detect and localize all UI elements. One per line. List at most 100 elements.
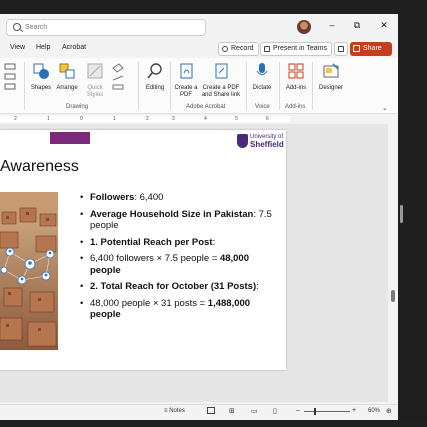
slide-sorter-icon[interactable]: ⊞: [229, 407, 235, 415]
search-icon: [13, 23, 21, 31]
add-ins-button[interactable]: Add-ins: [282, 62, 310, 92]
tab-help[interactable]: Help: [36, 44, 50, 51]
zoom-in-icon[interactable]: +: [352, 407, 356, 414]
zoom-out-icon[interactable]: –: [296, 407, 300, 414]
bullet-item: 1. Potential Reach per Post:: [80, 237, 280, 249]
comments-button[interactable]: [334, 42, 348, 56]
share-icon: [353, 45, 360, 52]
ruler-track: [0, 116, 290, 122]
format-tools-icon: [4, 63, 16, 90]
shapes-icon: [33, 63, 49, 79]
ruler-mark: 1: [47, 116, 50, 122]
add-ins-label: Add-ins: [285, 85, 307, 91]
ruler-mark: 2: [14, 116, 17, 122]
editing-button[interactable]: Editing: [142, 62, 168, 92]
editing-label: Editing: [145, 85, 165, 91]
horizontal-ruler: 2 1 0 1 2 3 4 5 6: [0, 114, 398, 124]
arrange-button[interactable]: Arrange: [54, 62, 80, 92]
slideshow-icon[interactable]: ▯: [273, 407, 277, 415]
zoom-slider[interactable]: [304, 411, 350, 412]
create-share-link-button[interactable]: Create a PDF and Share link: [200, 62, 242, 99]
teams-icon: [264, 46, 270, 52]
reading-view-icon[interactable]: ▭: [251, 407, 258, 415]
sheffield-logo: University of Sheffield: [250, 134, 284, 150]
normal-view-icon[interactable]: [207, 407, 215, 414]
bullet-text: :: [256, 281, 259, 292]
slide[interactable]: University of Sheffield Awareness • Foll…: [0, 130, 286, 370]
vertical-scrollbar[interactable]: [388, 124, 398, 402]
find-icon: [147, 63, 162, 79]
manchester-logo: [50, 132, 90, 144]
pdf-icon: [180, 63, 193, 79]
separator: [138, 62, 139, 110]
window-resize-handle[interactable]: [400, 205, 403, 223]
sheffield-logo-line2: Sheffield: [250, 140, 284, 149]
designer-button[interactable]: Designer: [316, 62, 346, 92]
quick-styles-label: Quick Styles: [86, 85, 104, 98]
create-share-label: Create a PDF and Share link: [201, 85, 241, 98]
ruler-mark: 2: [146, 116, 149, 122]
title-bar: Search – ⧉ ✕: [0, 14, 398, 40]
shapes-button[interactable]: Shapes: [28, 62, 54, 92]
comment-icon: [338, 46, 344, 52]
collapse-ribbon-icon[interactable]: ⌄: [382, 104, 388, 112]
bullet-text: : 6,400: [134, 192, 164, 203]
ruler-mark: 5: [235, 116, 238, 122]
powerpoint-window: Search – ⧉ ✕ View Help Acrobat Record Pr…: [0, 14, 398, 420]
avatar[interactable]: [297, 20, 311, 34]
shape-format-tools[interactable]: [108, 62, 128, 95]
ruler-mark: 0: [80, 116, 83, 122]
share-button[interactable]: Share: [350, 42, 392, 56]
bullet-bold: 1. Potential Reach per Post: [90, 236, 213, 248]
drawing-mini-tools[interactable]: [0, 62, 22, 95]
fit-to-window-icon[interactable]: ⊕: [386, 407, 392, 415]
network-city-image[interactable]: [0, 192, 58, 350]
sheffield-crest-icon: [237, 134, 248, 148]
minimize-button[interactable]: –: [325, 20, 339, 30]
dictate-button[interactable]: Dictate: [249, 62, 275, 92]
screen: { "search": { "placeholder": "Search" },…: [0, 0, 427, 427]
bullet-text: 48,000 people × 31 posts =: [90, 297, 208, 309]
group-voice-label: Voice: [255, 104, 270, 110]
separator: [246, 62, 247, 110]
arrange-label: Arrange: [56, 85, 78, 91]
group-drawing-label: Drawing: [66, 104, 89, 110]
notes-label: Notes: [169, 408, 185, 414]
close-button[interactable]: ✕: [377, 20, 391, 31]
notes-button[interactable]: ≡ Notes: [164, 408, 185, 414]
record-button[interactable]: Record: [218, 42, 259, 56]
designer-label: Designer: [318, 85, 343, 91]
pdf-share-icon: [215, 63, 228, 79]
arrange-icon: [59, 63, 75, 79]
ruler-mark: 6: [266, 116, 269, 122]
group-addins-label: Add-ins: [285, 104, 306, 110]
slide-title[interactable]: Awareness: [0, 158, 79, 176]
status-bar: ≡ Notes ⊞ ▭ ▯ – + 60% ⊕: [0, 404, 398, 418]
dictate-label: Dictate: [252, 85, 272, 91]
scrollbar-thumb[interactable]: [391, 290, 395, 302]
search-box[interactable]: Search: [6, 19, 206, 36]
record-label: Record: [231, 45, 254, 52]
separator: [279, 62, 280, 110]
bullet-text: :: [212, 236, 216, 248]
tab-view[interactable]: View: [10, 44, 25, 51]
tab-acrobat[interactable]: Acrobat: [62, 44, 86, 51]
notes-icon: ≡: [164, 408, 168, 414]
network-city-illustration: [0, 192, 58, 350]
slide-canvas: University of Sheffield Awareness • Foll…: [0, 124, 398, 402]
bullet-list[interactable]: Followers: 6,400 Average Household Size …: [80, 192, 280, 326]
zoom-slider-thumb[interactable]: [314, 408, 316, 415]
restore-button[interactable]: ⧉: [350, 20, 364, 31]
designer-icon: [323, 63, 339, 78]
create-pdf-button[interactable]: Create a PDF: [172, 62, 200, 99]
bullet-text: 6,400 followers × 7.5 people =: [90, 253, 220, 264]
present-label: Present in Teams: [273, 45, 327, 52]
bullet-item: 6,400 followers × 7.5 people = 48,000 pe…: [80, 253, 280, 276]
separator: [312, 62, 313, 110]
zoom-level[interactable]: 60%: [368, 408, 380, 414]
quick-styles-button[interactable]: Quick Styles: [82, 62, 108, 99]
present-in-teams-button[interactable]: Present in Teams: [260, 42, 332, 56]
add-ins-icon: [288, 63, 304, 79]
bullet-bold: Followers: [90, 192, 135, 203]
menu-row: View Help Acrobat Record Present in Team…: [0, 40, 398, 58]
